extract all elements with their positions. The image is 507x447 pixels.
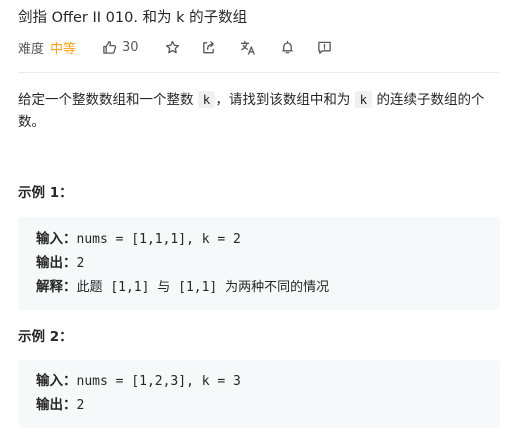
output-value: 2 (76, 398, 85, 413)
example-output-line: 输出：2 (36, 251, 482, 275)
share-icon (202, 40, 214, 53)
star-icon (165, 40, 179, 53)
feedback-icon (317, 41, 331, 54)
bell-icon (281, 40, 293, 53)
header-divider (18, 72, 499, 73)
difficulty-badge: 中等 (50, 41, 77, 57)
example-explain-line: 解释：此题 [1,1] 与 [1,1] 为两种不同的情况 (36, 275, 482, 299)
problem-description: 给定一个整数数组和一个整数 k ，请找到该数组中和为 k 的连续子数组的个数。 (18, 89, 500, 133)
translate-icon (240, 40, 255, 55)
input-label: 输入： (36, 373, 77, 389)
problem-meta-bar: 难度 中等 30 (18, 36, 332, 58)
example-2-title: 示例 2： (18, 329, 73, 345)
problem-title: 剑指 Offer II 010. 和为 k 的子数组 (18, 10, 248, 26)
example-1-title: 示例 1： (18, 185, 73, 201)
input-value: nums = [1,2,3], k = 3 (76, 374, 241, 389)
example-input-line: 输入：nums = [1,2,3], k = 3 (36, 369, 482, 393)
example-1-box: 输入：nums = [1,1,1], k = 2 输出：2 解释：此题 [1,1… (18, 217, 500, 310)
translate-button[interactable] (240, 40, 256, 55)
description-text: 给定一个整数数组和一个整数 (18, 92, 198, 108)
explain-label: 解释： (36, 279, 77, 295)
example-input-line: 输入：nums = [1,1,1], k = 2 (36, 227, 482, 251)
output-value: 2 (76, 256, 85, 271)
favorite-button[interactable] (165, 40, 180, 55)
output-label: 输出： (36, 397, 77, 413)
subscribe-button[interactable] (280, 40, 295, 55)
difficulty-label: 难度 (18, 41, 45, 57)
input-value: nums = [1,1,1], k = 2 (76, 232, 241, 247)
example-output-line: 输出：2 (36, 393, 482, 417)
output-label: 输出： (36, 255, 77, 271)
description-text: ，请找到该数组中和为 (215, 92, 355, 108)
input-label: 输入： (36, 231, 77, 247)
feedback-button[interactable] (317, 40, 332, 55)
share-button[interactable] (201, 40, 216, 55)
like-button[interactable]: 30 (102, 40, 139, 55)
example-2-box: 输入：nums = [1,2,3], k = 3 输出：2 (18, 360, 500, 428)
inline-code-k: k (197, 91, 216, 108)
explain-value: 此题 [1,1] 与 [1,1] 为两种不同的情况 (76, 280, 330, 295)
like-count: 30 (122, 39, 139, 55)
thumbs-up-icon (103, 40, 117, 54)
inline-code-k: k (354, 91, 373, 108)
